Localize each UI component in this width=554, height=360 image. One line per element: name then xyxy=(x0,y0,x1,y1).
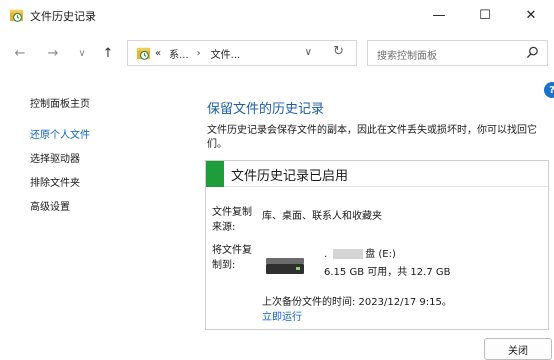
breadcrumb-separator-icon[interactable]: › xyxy=(197,48,201,59)
breadcrumb-system[interactable]: 系... xyxy=(169,46,189,61)
breadcrumb-file-history[interactable]: 文件... xyxy=(211,46,241,61)
page-title: 保留文件的历史记录 xyxy=(207,102,325,117)
drive-name-prefix: . xyxy=(324,249,328,260)
maximize-button[interactable]: ☐ xyxy=(462,0,508,30)
back-button[interactable]: ← xyxy=(10,43,30,63)
chevron-down-icon: ∨ xyxy=(78,47,86,59)
control-panel-home-link[interactable]: 控制面板主页 xyxy=(30,95,90,110)
last-backup-text: 上次备份文件的时间: 2023/12/17 9:15。 xyxy=(262,297,452,308)
arrow-right-icon: → xyxy=(47,45,59,61)
navigation-bar: ← → ∨ ↑ « 系... › 文件... ∨ ↻ 搜索控制面板 xyxy=(0,30,554,76)
file-history-icon xyxy=(136,47,151,60)
sources-label: 文件复制来源: xyxy=(212,207,252,233)
minimize-button[interactable]: — xyxy=(416,0,462,30)
sidebar-item-advanced-settings[interactable]: 高级设置 xyxy=(30,198,70,213)
search-input[interactable]: 搜索控制面板 xyxy=(367,40,548,66)
window-title: 文件历史记录 xyxy=(30,10,96,23)
breadcrumb-overflow[interactable]: « xyxy=(155,48,161,59)
recent-locations-button[interactable]: ∨ xyxy=(72,43,92,63)
file-history-window: 文件历史记录 — ☐ ✕ ← → ∨ ↑ « 系... › 文件... ∨ ↻ … xyxy=(0,0,554,360)
arrow-left-icon: ← xyxy=(14,45,26,61)
address-dropdown-icon[interactable]: ∨ xyxy=(305,47,312,58)
sidebar-item-select-drive[interactable]: 选择驱动器 xyxy=(30,150,80,165)
drive-label-redacted xyxy=(333,249,364,259)
up-button[interactable]: ↑ xyxy=(98,43,118,63)
close-button[interactable]: 关闭 xyxy=(484,338,552,360)
target-label: 将文件复制到: xyxy=(212,245,252,271)
status-text: 文件历史记录已启用 xyxy=(231,169,349,184)
status-indicator xyxy=(206,161,224,187)
drive-space: 6.15 GB 可用，共 12.7 GB xyxy=(324,267,451,278)
title-bar: 文件历史记录 — ☐ ✕ xyxy=(0,0,554,30)
close-window-button[interactable]: ✕ xyxy=(508,0,554,30)
run-now-link[interactable]: 立即运行 xyxy=(262,308,302,323)
sidebar-item-exclude-folders[interactable]: 排除文件夹 xyxy=(30,174,80,189)
help-icon[interactable]: ? xyxy=(544,82,554,98)
sources-value: 库、桌面、联系人和收藏夹 xyxy=(262,211,382,222)
sidebar-item-restore-files[interactable]: 还原个人文件 xyxy=(30,126,90,141)
drive-name: . 盘 (E:) xyxy=(324,245,396,260)
arrow-up-icon: ↑ xyxy=(102,45,114,61)
page-description: 文件历史记录会保存文件的副本，因此在文件丢失或损坏时，你可以找回它们。 xyxy=(207,125,537,150)
status-panel: 文件历史记录已启用 文件复制来源: 库、桌面、联系人和收藏夹 将文件复制到: .… xyxy=(205,160,549,330)
search-icon[interactable] xyxy=(526,46,539,59)
forward-button[interactable]: → xyxy=(43,43,63,63)
drive-name-text: 盘 (E:) xyxy=(365,249,396,260)
refresh-icon[interactable]: ↻ xyxy=(333,44,344,59)
drive-icon xyxy=(266,258,304,274)
file-history-app-icon xyxy=(9,9,24,22)
maximize-icon: ☐ xyxy=(479,7,491,23)
address-bar[interactable]: « 系... › 文件... ∨ ↻ xyxy=(127,40,357,66)
close-icon: ✕ xyxy=(525,7,537,23)
status-header: 文件历史记录已启用 xyxy=(206,161,548,187)
search-placeholder: 搜索控制面板 xyxy=(377,51,437,62)
minimize-icon: — xyxy=(432,7,446,23)
